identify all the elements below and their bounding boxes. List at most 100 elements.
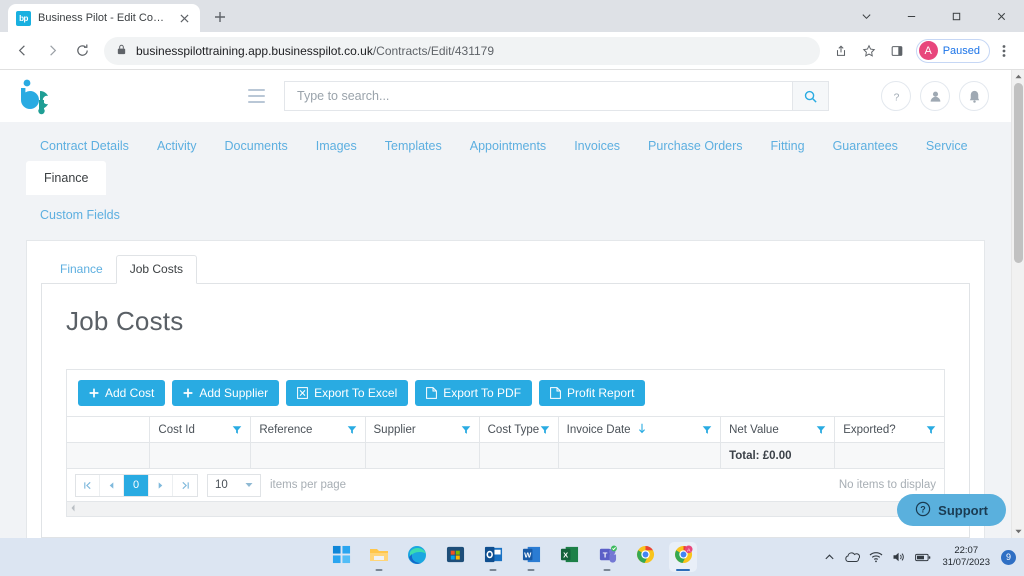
- grid-col-invoice-date[interactable]: Invoice Date: [557, 416, 722, 443]
- add-supplier-button[interactable]: Add Supplier: [172, 380, 280, 406]
- grid-col-supplier[interactable]: Supplier: [364, 416, 480, 443]
- clock-time: 22:07: [954, 545, 979, 556]
- filter-icon[interactable]: [347, 425, 357, 435]
- nav-tab-images[interactable]: Images: [302, 131, 371, 161]
- profile-chip[interactable]: A Paused: [915, 38, 990, 63]
- filter-icon[interactable]: [540, 425, 550, 435]
- side-panel-icon[interactable]: [884, 38, 910, 64]
- new-tab-button[interactable]: [206, 3, 234, 31]
- taskbar-clock[interactable]: 22:07 31/07/2023: [942, 545, 990, 569]
- notifications-icon[interactable]: [959, 81, 989, 111]
- filter-icon[interactable]: [816, 425, 826, 435]
- grid-col-cost-type[interactable]: Cost Type: [478, 416, 559, 443]
- excel-icon[interactable]: X: [555, 542, 583, 572]
- last-page-icon[interactable]: [173, 475, 197, 496]
- grid-horizontal-scrollbar[interactable]: [66, 502, 945, 517]
- microsoft-edge-icon[interactable]: [403, 542, 431, 572]
- svg-text:T: T: [602, 550, 607, 559]
- close-icon[interactable]: [979, 0, 1024, 32]
- nav-tab-purchase-orders[interactable]: Purchase Orders: [634, 131, 756, 161]
- first-page-icon[interactable]: [76, 474, 100, 496]
- battery-icon[interactable]: [915, 552, 931, 563]
- browser-tab[interactable]: bp Business Pilot - Edit Contract: [8, 4, 200, 32]
- nav-tab-activity[interactable]: Activity: [143, 131, 211, 161]
- scroll-down-icon[interactable]: [1012, 525, 1024, 538]
- teams-icon[interactable]: T: [593, 542, 621, 572]
- search-container: Type to search...: [284, 81, 829, 111]
- file-explorer-icon[interactable]: [365, 542, 393, 572]
- grid-toolbar: Add Cost Add Supplier Export To Excel Ex…: [66, 369, 945, 416]
- word-icon[interactable]: W: [517, 542, 545, 572]
- help-icon[interactable]: ?: [881, 81, 911, 111]
- chrome-profile-icon[interactable]: A: [669, 542, 697, 572]
- kebab-menu-icon[interactable]: [992, 38, 1016, 64]
- pager-current-page[interactable]: 0: [124, 474, 149, 496]
- pdf-file-icon: [426, 387, 438, 399]
- nav-tab-appointments[interactable]: Appointments: [456, 131, 560, 161]
- page-size-select[interactable]: 10: [207, 473, 261, 497]
- notification-badge[interactable]: 9: [1001, 549, 1016, 565]
- user-icon[interactable]: [920, 81, 950, 111]
- chevron-down-icon[interactable]: [844, 0, 889, 32]
- microsoft-store-icon[interactable]: [441, 542, 469, 572]
- wifi-icon[interactable]: [869, 551, 883, 563]
- start-button[interactable]: [327, 542, 355, 572]
- minimize-icon[interactable]: [889, 0, 934, 32]
- back-arrow-icon[interactable]: [8, 37, 36, 65]
- share-icon[interactable]: [828, 38, 854, 64]
- hamburger-icon[interactable]: [241, 81, 271, 111]
- grid-pager: 0 10 items per page No items to display: [66, 469, 945, 502]
- grid-col-reference[interactable]: Reference: [250, 416, 366, 443]
- volume-icon[interactable]: [892, 551, 906, 563]
- close-icon[interactable]: [176, 10, 192, 26]
- nav-tab-templates[interactable]: Templates: [371, 131, 456, 161]
- nav-tab-custom-fields[interactable]: Custom Fields: [26, 200, 134, 230]
- main-nav-tabs: Contract Details Activity Documents Imag…: [0, 122, 1011, 230]
- grid-col-exported[interactable]: Exported?: [834, 416, 945, 443]
- nav-tab-documents[interactable]: Documents: [211, 131, 302, 161]
- scroll-left-icon[interactable]: [70, 504, 76, 514]
- onedrive-icon[interactable]: [844, 551, 861, 563]
- search-input[interactable]: Type to search...: [284, 81, 792, 111]
- filter-icon[interactable]: [926, 425, 936, 435]
- filter-icon[interactable]: [702, 425, 712, 435]
- scrollbar-thumb[interactable]: [1014, 83, 1023, 263]
- footer-cell-supplier: [364, 442, 480, 469]
- nav-tab-guarantees[interactable]: Guarantees: [819, 131, 912, 161]
- filter-icon[interactable]: [232, 425, 242, 435]
- show-hidden-icons[interactable]: [824, 552, 835, 563]
- footer-cell-exported: [834, 442, 945, 469]
- support-button[interactable]: ? Support: [897, 494, 1006, 526]
- export-to-pdf-button[interactable]: Export To PDF: [415, 380, 533, 406]
- sub-tab-finance[interactable]: Finance: [47, 256, 116, 283]
- forward-arrow-icon[interactable]: [38, 37, 66, 65]
- maximize-icon[interactable]: [934, 0, 979, 32]
- reload-icon[interactable]: [68, 37, 96, 65]
- nav-tab-service[interactable]: Service: [912, 131, 982, 161]
- business-pilot-logo[interactable]: [17, 76, 63, 116]
- search-icon[interactable]: [792, 81, 829, 111]
- page-scrollbar[interactable]: [1011, 70, 1024, 538]
- scroll-up-icon[interactable]: [1012, 70, 1024, 83]
- nav-tab-fitting[interactable]: Fitting: [757, 131, 819, 161]
- address-bar[interactable]: businesspilottraining.app.businesspilot.…: [104, 36, 820, 65]
- star-icon[interactable]: [856, 38, 882, 64]
- add-cost-button[interactable]: Add Cost: [78, 380, 166, 406]
- grid-col-net-value[interactable]: Net Value: [720, 416, 836, 443]
- grid-col-cost-id[interactable]: Cost Id: [149, 416, 252, 443]
- plus-icon: [183, 388, 193, 398]
- previous-page-icon[interactable]: [100, 474, 124, 496]
- nav-tab-invoices[interactable]: Invoices: [560, 131, 634, 161]
- nav-tab-finance[interactable]: Finance: [26, 161, 107, 195]
- sub-tab-job-costs[interactable]: Job Costs: [115, 255, 198, 284]
- nav-tab-contract-details[interactable]: Contract Details: [26, 131, 143, 161]
- profit-report-button[interactable]: Profit Report: [539, 380, 646, 406]
- export-to-excel-button[interactable]: Export To Excel: [286, 380, 409, 406]
- svg-text:X: X: [563, 550, 568, 559]
- outlook-icon[interactable]: [479, 542, 507, 572]
- chrome-icon[interactable]: [631, 542, 659, 572]
- filter-icon[interactable]: [461, 425, 471, 435]
- pager-buttons: 0: [75, 473, 198, 497]
- next-page-icon[interactable]: [149, 474, 173, 496]
- pdf-file-icon: [550, 387, 561, 399]
